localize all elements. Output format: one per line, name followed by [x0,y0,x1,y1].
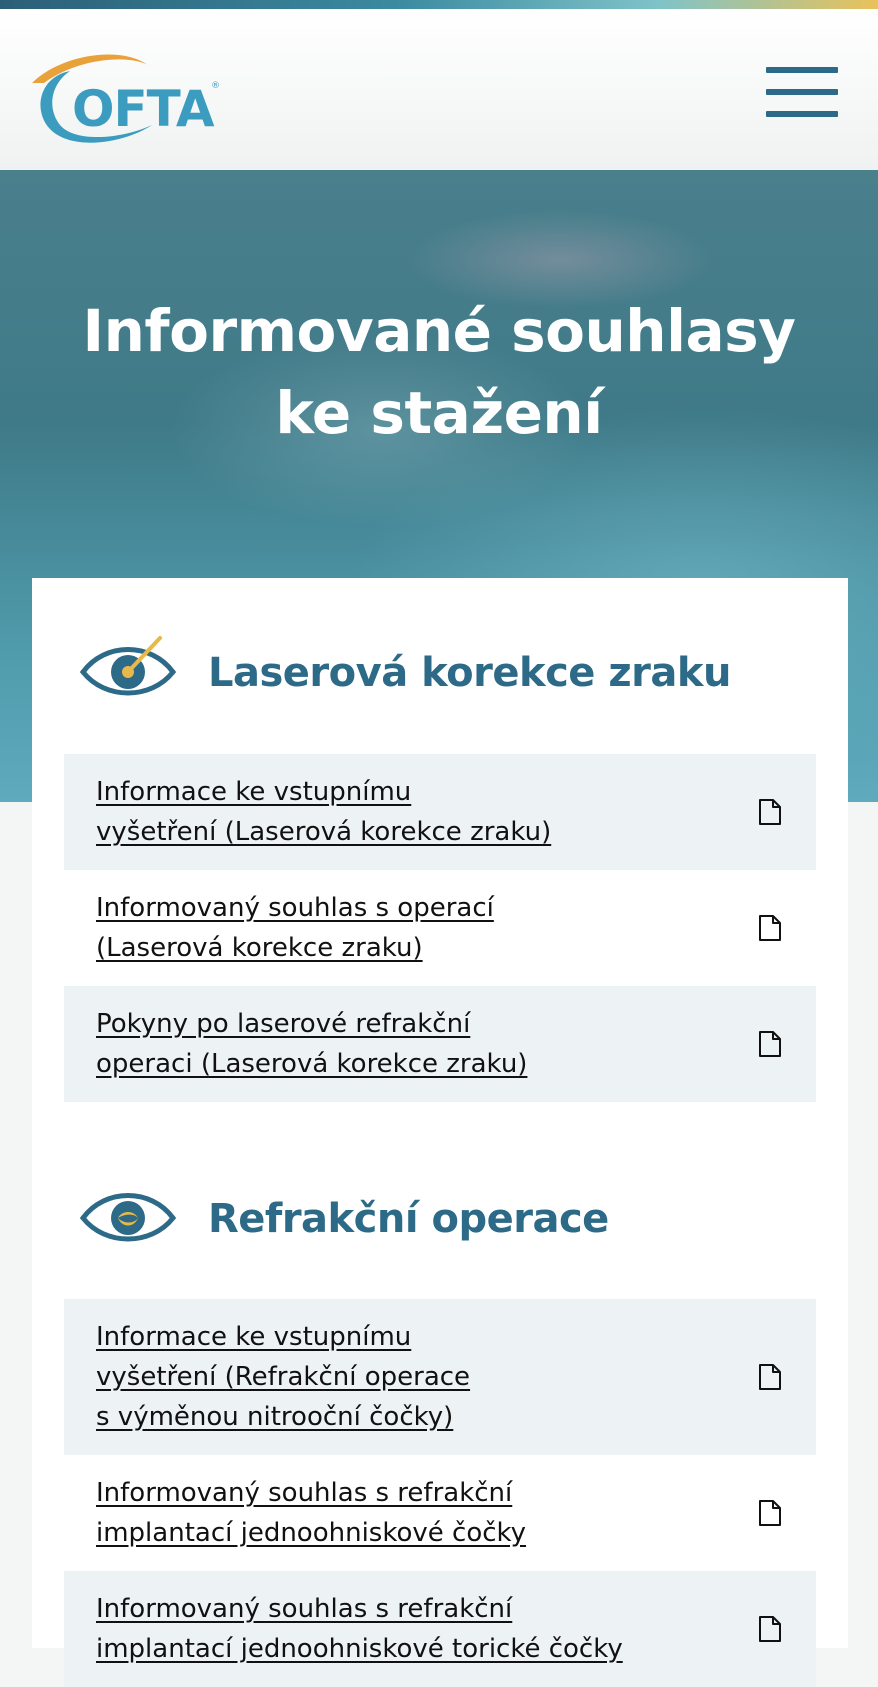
page-title-line1: Informované souhlasy [82,297,796,365]
document-item[interactable]: Informovaný souhlas s refrakční implanta… [64,1571,816,1687]
section-header-laser: Laserová korekce zraku [80,634,820,714]
document-link[interactable]: Informace ke vstupnímu vyšetření (Refrak… [96,1322,470,1432]
document-link-line: (Laserová korekce zraku) [96,933,423,963]
document-link-line: Informovaný souhlas s refrakční [96,1478,513,1508]
document-link-line: implantací jednoohniskové torické čočky [96,1634,623,1664]
document-list-refractive: Informace ke vstupnímu vyšetření (Refrak… [64,1299,816,1687]
document-link-line: Informace ke vstupnímu [96,777,412,807]
section-title-refractive: Refrakční operace [208,1196,609,1242]
eye-laser-icon [80,636,176,696]
document-icon[interactable] [758,1030,782,1058]
logo-wordmark: OFTA [72,80,215,138]
hamburger-icon [766,67,838,73]
document-icon[interactable] [758,1615,782,1643]
document-icon[interactable] [758,1499,782,1527]
document-list-laser: Informace ke vstupnímu vyšetření (Lasero… [64,754,816,1102]
document-link[interactable]: Informovaný souhlas s operací (Laserová … [96,893,494,963]
document-link-line: vyšetření (Refrakční operace [96,1362,471,1392]
document-item[interactable]: Informace ke vstupnímu vyšetření (Refrak… [64,1299,816,1455]
page-title-line2: ke stažení [275,379,603,447]
document-link[interactable]: Informace ke vstupnímu vyšetření (Lasero… [96,777,551,847]
hamburger-icon-bar [766,89,838,95]
registered-mark: ® [211,81,220,91]
page-title: Informované souhlasy ke stažení [40,290,838,454]
top-accent-stripe [0,0,878,9]
document-link-line: implantací jednoohniskové čočky [96,1518,527,1548]
document-link-line: operaci (Laserová korekce zraku) [96,1049,528,1079]
document-link-line: Informovaný souhlas s operací [96,893,494,923]
hamburger-icon-bar [766,111,838,117]
menu-button[interactable] [766,67,840,125]
document-link-line: s výměnou nitrooční čočky) [96,1402,454,1432]
site-logo[interactable]: OFTA ® [30,43,230,148]
document-item[interactable]: Informovaný souhlas s operací (Laserová … [64,870,816,986]
document-icon[interactable] [758,798,782,826]
section-title-laser: Laserová korekce zraku [208,650,731,696]
document-item[interactable]: Informovaný souhlas s refrakční implanta… [64,1455,816,1571]
eye-lens-icon [80,1193,176,1242]
site-header: OFTA ® [0,9,878,170]
document-link-line: Informovaný souhlas s refrakční [96,1594,513,1624]
document-link-line: vyšetření (Laserová korekce zraku) [96,817,552,847]
documents-card: Laserová korekce zraku Informace ke vstu… [32,578,848,1687]
document-link[interactable]: Informovaný souhlas s refrakční implanta… [96,1594,623,1664]
document-item[interactable]: Informace ke vstupnímu vyšetření (Lasero… [64,754,816,870]
document-link[interactable]: Pokyny po laserové refrakční operaci (La… [96,1009,527,1079]
document-link[interactable]: Informovaný souhlas s refrakční implanta… [96,1478,526,1548]
section-header-refractive: Refrakční operace [80,1180,820,1260]
document-icon[interactable] [758,1363,782,1391]
document-item[interactable]: Pokyny po laserové refrakční operaci (La… [64,986,816,1102]
document-icon[interactable] [758,914,782,942]
document-link-line: Informace ke vstupnímu [96,1322,412,1352]
document-link-line: Pokyny po laserové refrakční [96,1009,471,1039]
